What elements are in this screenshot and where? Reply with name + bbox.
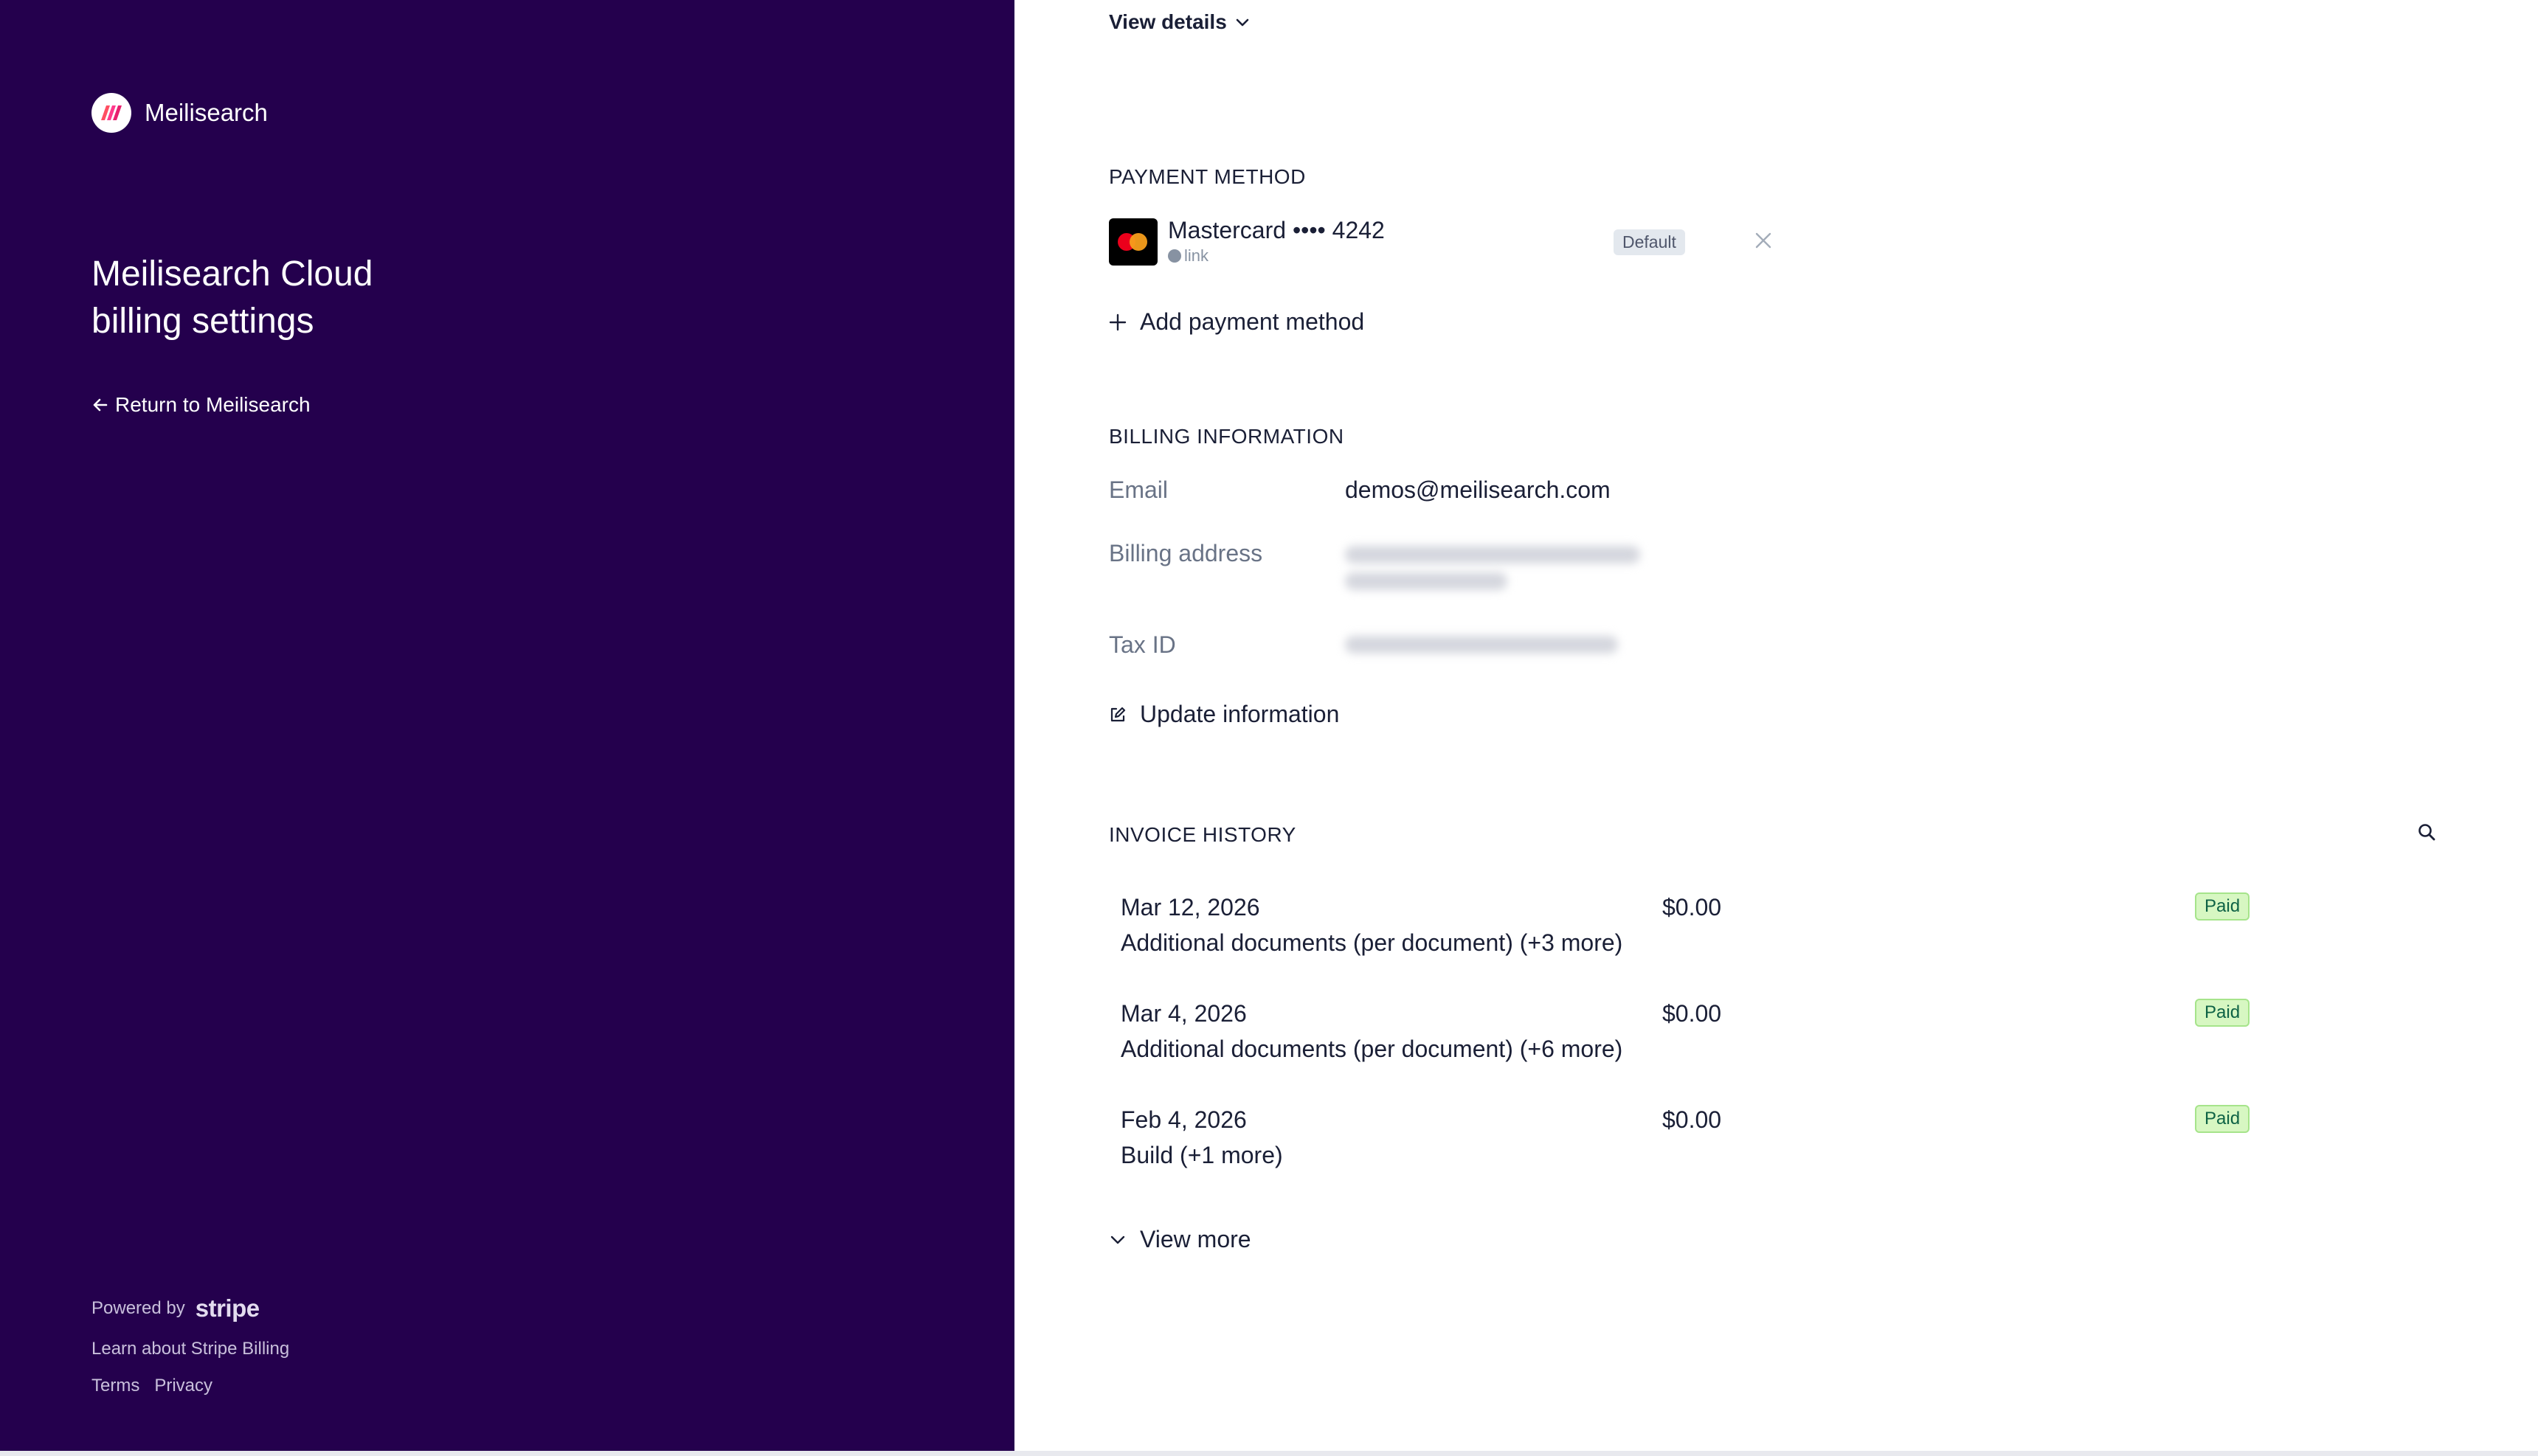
invoice-date: Feb 4, 2026 xyxy=(1121,1106,1247,1133)
page-title-line2: billing settings xyxy=(91,302,314,341)
invoice-date: Mar 12, 2026 xyxy=(1121,894,1260,921)
view-more-button[interactable]: View more xyxy=(1109,1226,1251,1253)
invoice-history-heading: INVOICE HISTORY xyxy=(1109,823,1296,846)
terms-link[interactable]: Terms xyxy=(91,1376,139,1396)
page-title: Meilisearch Cloud billing settings xyxy=(91,251,682,345)
brand[interactable]: Meilisearch xyxy=(91,93,268,133)
status-badge: Paid xyxy=(2195,892,2250,921)
plus-icon xyxy=(1109,313,1127,330)
email-label: Email xyxy=(1109,476,1169,503)
brand-name: Meilisearch xyxy=(145,99,268,126)
invoice-amount: $0.00 xyxy=(1662,894,1722,921)
tax-id-label: Tax ID xyxy=(1109,631,1176,658)
update-information-button[interactable]: Update information xyxy=(1109,701,1339,728)
invoice-description: Additional documents (per document) (+3 … xyxy=(1121,929,1623,956)
default-badge: Default xyxy=(1614,229,1685,255)
view-details-toggle[interactable]: View details xyxy=(1109,10,1251,34)
invoice-date: Mar 4, 2026 xyxy=(1121,1000,1247,1027)
arrow-left-icon xyxy=(93,398,108,412)
tax-id-redacted xyxy=(1345,636,1618,654)
mastercard-icon xyxy=(1109,218,1158,266)
email-value: demos@meilisearch.com xyxy=(1345,476,1611,503)
privacy-link[interactable]: Privacy xyxy=(154,1376,212,1396)
payment-method-heading: PAYMENT METHOD xyxy=(1109,165,1306,188)
billing-address-redacted-line2 xyxy=(1345,572,1507,590)
invoice-description: Build (+1 more) xyxy=(1121,1142,1283,1168)
stripe-logo: stripe xyxy=(195,1294,260,1322)
status-badge: Paid xyxy=(2195,1105,2250,1133)
invoice-amount: $0.00 xyxy=(1662,1000,1722,1027)
card-sub-text: link xyxy=(1184,246,1209,265)
search-icon xyxy=(2418,824,2435,841)
link-icon xyxy=(1168,249,1181,263)
chevron-down-icon xyxy=(1236,18,1249,27)
return-link-label: Return to Meilisearch xyxy=(115,393,311,416)
footer: Powered by stripe Learn about Stripe Bil… xyxy=(91,1294,289,1396)
billing-address-label: Billing address xyxy=(1109,540,1263,566)
view-more-label: View more xyxy=(1140,1226,1251,1252)
invoice-search-button[interactable] xyxy=(2416,822,2437,846)
return-link[interactable]: Return to Meilisearch xyxy=(91,393,311,417)
invoice-description: Additional documents (per document) (+6 … xyxy=(1121,1036,1623,1062)
invoice-row[interactable]: Feb 4, 2026 $0.00 Build (+1 more) Paid xyxy=(1109,1105,2363,1198)
invoice-row[interactable]: Mar 4, 2026 $0.00 Additional documents (… xyxy=(1109,999,2363,1092)
remove-payment-button[interactable] xyxy=(1754,231,1773,254)
close-icon xyxy=(1755,232,1771,249)
status-badge: Paid xyxy=(2195,999,2250,1027)
powered-by-label: Powered by xyxy=(91,1298,185,1318)
billing-information-heading: BILLING INFORMATION xyxy=(1109,425,1344,448)
powered-by[interactable]: Powered by stripe xyxy=(91,1294,289,1322)
add-payment-method-label: Add payment method xyxy=(1140,308,1365,335)
chevron-down-icon xyxy=(1110,1235,1125,1244)
view-details-label: View details xyxy=(1109,10,1227,33)
legal-links: Terms Privacy xyxy=(91,1376,289,1396)
add-payment-method-button[interactable]: Add payment method xyxy=(1109,308,1364,336)
learn-stripe-billing-link[interactable]: Learn about Stripe Billing xyxy=(91,1339,289,1359)
page-title-line1: Meilisearch Cloud xyxy=(91,254,373,294)
bottom-divider xyxy=(0,1451,2538,1456)
edit-icon xyxy=(1110,707,1126,721)
meilisearch-logo-icon xyxy=(91,93,131,133)
invoice-row[interactable]: Mar 12, 2026 $0.00 Additional documents … xyxy=(1109,892,2363,985)
update-information-label: Update information xyxy=(1140,701,1340,727)
left-panel: Meilisearch Meilisearch Cloud billing se… xyxy=(0,0,1014,1451)
main-panel: View details PAYMENT METHOD Mastercard •… xyxy=(1014,0,2538,1451)
card-label: Mastercard •••• 4242 xyxy=(1168,217,1385,243)
invoice-amount: $0.00 xyxy=(1662,1106,1722,1133)
card-sub-label: link xyxy=(1168,246,1209,266)
billing-address-redacted xyxy=(1345,546,1640,564)
